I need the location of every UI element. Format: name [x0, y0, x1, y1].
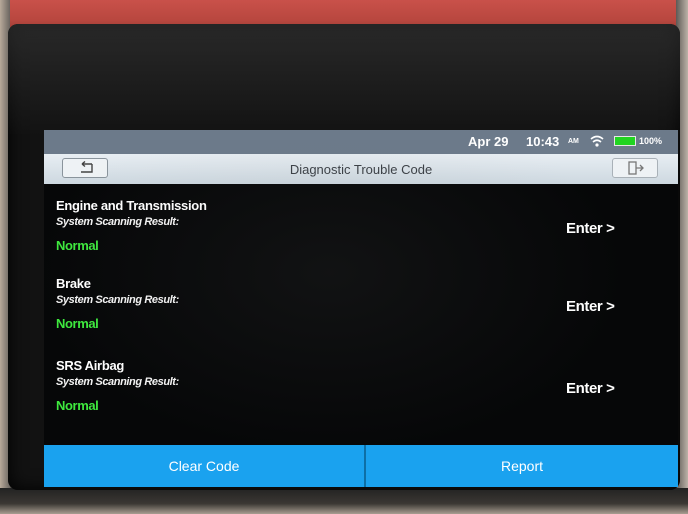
enter-button[interactable]: Enter > [566, 380, 615, 397]
system-name: SRS Airbag [56, 358, 125, 373]
status-time: 10:43 [526, 134, 560, 149]
device-screen: Apr 29 10:43 AM 100% Diagnostic Trouble … [44, 130, 678, 487]
exit-button[interactable] [612, 158, 658, 178]
status-date: Apr 29 [468, 134, 509, 149]
scan-status: Normal [56, 238, 99, 253]
enter-button[interactable]: Enter > [566, 220, 615, 237]
bottom-button-bar: Clear Code Report [44, 445, 678, 487]
page-title: Diagnostic Trouble Code [289, 162, 433, 177]
wifi-icon [590, 134, 604, 148]
status-ampm: AM [568, 138, 579, 145]
scan-status: Normal [56, 398, 99, 413]
scan-result-label: System Scanning Result: [56, 216, 179, 228]
report-button[interactable]: Report [366, 445, 678, 487]
enter-button[interactable]: Enter > [566, 298, 615, 315]
system-row-brake[interactable]: Brake System Scanning Result: Normal Ent… [44, 276, 678, 354]
system-name: Engine and Transmission [56, 198, 207, 213]
battery-icon [614, 136, 636, 146]
scan-result-label: System Scanning Result: [56, 376, 179, 388]
scan-status: Normal [56, 316, 99, 331]
battery-percent: 100% [639, 136, 663, 146]
system-row-srs-airbag[interactable]: SRS Airbag System Scanning Result: Norma… [44, 358, 678, 436]
device-casing-bottom [0, 488, 688, 514]
exit-icon [628, 161, 644, 175]
system-name: Brake [56, 276, 91, 291]
status-bar: Apr 29 10:43 AM 100% [44, 130, 678, 154]
clear-code-button[interactable]: Clear Code [44, 445, 364, 487]
system-row-engine[interactable]: Engine and Transmission System Scanning … [44, 198, 678, 276]
title-bar: Diagnostic Trouble Code [44, 154, 678, 184]
scan-result-label: System Scanning Result: [56, 294, 179, 306]
